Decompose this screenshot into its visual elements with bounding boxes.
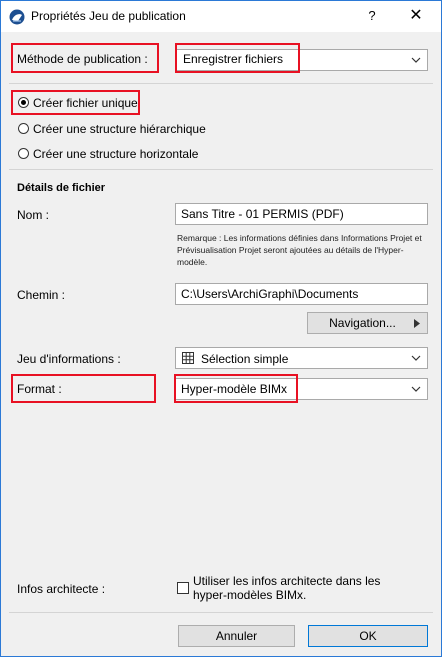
file-details-heading: Détails de fichier [17, 182, 106, 194]
architect-info-label: Infos architecte : [17, 582, 106, 596]
name-input[interactable]: Sans Titre - 01 PERMIS (PDF) [175, 203, 428, 225]
radio-hierarchical[interactable] [18, 123, 29, 134]
architect-info-checkbox-line1: Utiliser les infos architecte dans les [193, 574, 381, 588]
chevron-down-icon [411, 57, 421, 63]
info-set-select[interactable]: Sélection simple [175, 347, 428, 369]
option-single-file-label: Créer fichier unique [33, 96, 138, 110]
help-button[interactable]: ? [361, 5, 383, 27]
name-label: Nom : [17, 208, 50, 222]
divider [9, 83, 433, 84]
radio-horizontal[interactable] [18, 148, 29, 159]
triangle-right-icon [414, 319, 420, 328]
archicad-app-icon [9, 9, 25, 25]
window-title: Propriétés Jeu de publication [31, 9, 186, 23]
cancel-button[interactable]: Annuler [178, 625, 295, 647]
title-bar: Propriétés Jeu de publication ? ✕ [1, 1, 441, 32]
divider [9, 612, 433, 613]
architect-info-checkbox[interactable] [177, 582, 189, 594]
close-button[interactable]: ✕ [403, 5, 429, 27]
publish-method-value: Enregistrer fichiers [183, 52, 284, 66]
radio-single-file[interactable] [18, 97, 29, 108]
option-horizontal-label: Créer une structure horizontale [33, 147, 199, 161]
publish-method-label: Méthode de publication : [17, 52, 148, 66]
info-set-label: Jeu d'informations : [17, 352, 121, 366]
option-hierarchical-label: Créer une structure hiérarchique [33, 122, 206, 136]
divider [9, 169, 433, 170]
format-label: Format : [17, 382, 62, 396]
navigation-button[interactable]: Navigation... [307, 312, 428, 334]
chevron-down-icon [411, 386, 421, 392]
table-grid-icon [182, 352, 194, 364]
remark-text: Remarque : Les informations définies dan… [177, 233, 422, 267]
format-value: Hyper-modèle BIMx [181, 382, 288, 396]
ok-button[interactable]: OK [308, 625, 428, 647]
path-label: Chemin : [17, 288, 66, 302]
dialog-window: Propriétés Jeu de publication ? ✕ Méthod… [0, 0, 442, 657]
info-set-value: Sélection simple [201, 352, 289, 366]
path-input[interactable]: C:\Users\ArchiGraphi\Documents [175, 283, 428, 305]
architect-info-checkbox-line2: hyper-modèles BIMx. [193, 588, 307, 602]
navigation-button-label: Navigation... [329, 316, 396, 330]
chevron-down-icon [411, 355, 421, 361]
